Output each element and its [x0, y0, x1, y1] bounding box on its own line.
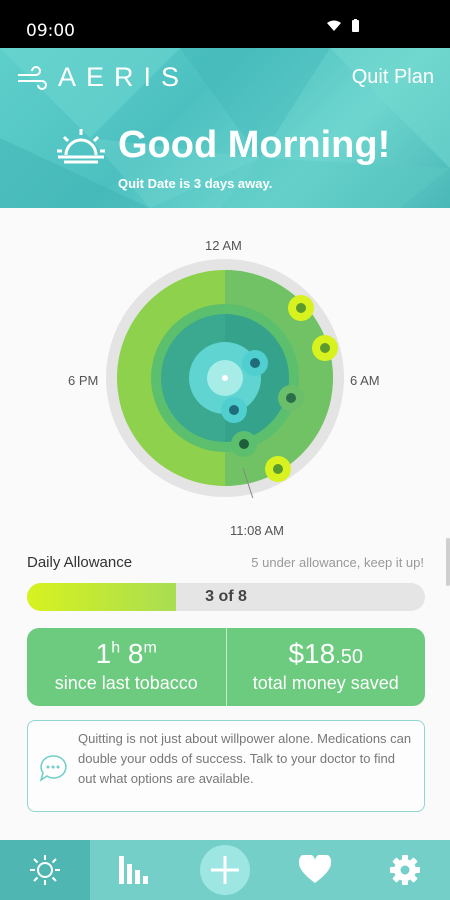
- log-marker[interactable]: [265, 456, 291, 482]
- status-icons: [326, 19, 364, 38]
- log-marker[interactable]: [312, 335, 338, 361]
- tab-settings[interactable]: [360, 840, 450, 900]
- bottom-tab-bar: [0, 840, 450, 900]
- allowance-title: Daily Allowance: [27, 554, 133, 571]
- time-since-label: since last tobacco: [54, 673, 198, 693]
- time-since-value: 1h 8m: [95, 638, 157, 669]
- logo-text: AERIS: [58, 62, 190, 92]
- log-marker[interactable]: [221, 397, 247, 423]
- stats-panel: 1h 8m since last tobacco $18.50 total mo…: [27, 628, 425, 706]
- daily-clock-dial[interactable]: [105, 258, 345, 498]
- quit-plan-link[interactable]: Quit Plan: [352, 66, 434, 89]
- clock-label-12am: 12 AM: [205, 238, 242, 253]
- money-saved-label: total money saved: [252, 673, 399, 693]
- money-saved-value: $18.50: [288, 638, 364, 669]
- allowance-progress-bar: 3 of 8: [27, 583, 425, 611]
- log-marker[interactable]: [278, 385, 304, 411]
- greeting-row: Good Morning!: [56, 124, 390, 167]
- heart-icon: [298, 855, 332, 883]
- status-time: 09:00: [26, 21, 75, 41]
- log-marker[interactable]: [231, 431, 257, 457]
- quit-date-subtitle: Quit Date is 3 days away.: [118, 176, 273, 191]
- status-bar: 09:00: [0, 0, 450, 48]
- tip-text: Quitting is not just about willpower alo…: [78, 731, 412, 786]
- app-logo: AERIS: [16, 62, 189, 93]
- wifi-battery-icon: [327, 19, 359, 32]
- sun-icon: [30, 855, 60, 885]
- tab-health[interactable]: [270, 840, 360, 900]
- greeting-title: Good Morning!: [118, 124, 391, 166]
- wind-icon: [18, 65, 47, 90]
- gear-icon: [390, 855, 420, 885]
- header-hero: AERIS Quit Plan Good Morning! Quit Date …: [0, 48, 450, 208]
- clock-label-6am: 6 AM: [350, 373, 380, 388]
- chat-bubble-icon: [39, 755, 67, 782]
- allowance-count: 3 of 8: [205, 588, 247, 605]
- tab-add[interactable]: [180, 840, 270, 900]
- time-since-stat[interactable]: 1h 8m since last tobacco: [27, 628, 226, 706]
- log-marker[interactable]: [288, 295, 314, 321]
- allowance-message: 5 under allowance, keep it up!: [251, 555, 424, 570]
- plus-icon: [200, 845, 250, 895]
- log-marker[interactable]: [242, 350, 268, 376]
- money-saved-stat[interactable]: $18.50 total money saved: [225, 628, 426, 706]
- clock-current-time: 11:08 AM: [230, 523, 284, 538]
- tip-card: Quitting is not just about willpower alo…: [27, 720, 425, 812]
- sunrise-icon: [57, 128, 105, 163]
- tab-stats[interactable]: [90, 840, 180, 900]
- bar-chart-icon: [119, 856, 148, 884]
- scrollbar[interactable]: [446, 538, 450, 586]
- tab-home[interactable]: [0, 840, 90, 900]
- clock-label-6pm: 6 PM: [68, 373, 99, 388]
